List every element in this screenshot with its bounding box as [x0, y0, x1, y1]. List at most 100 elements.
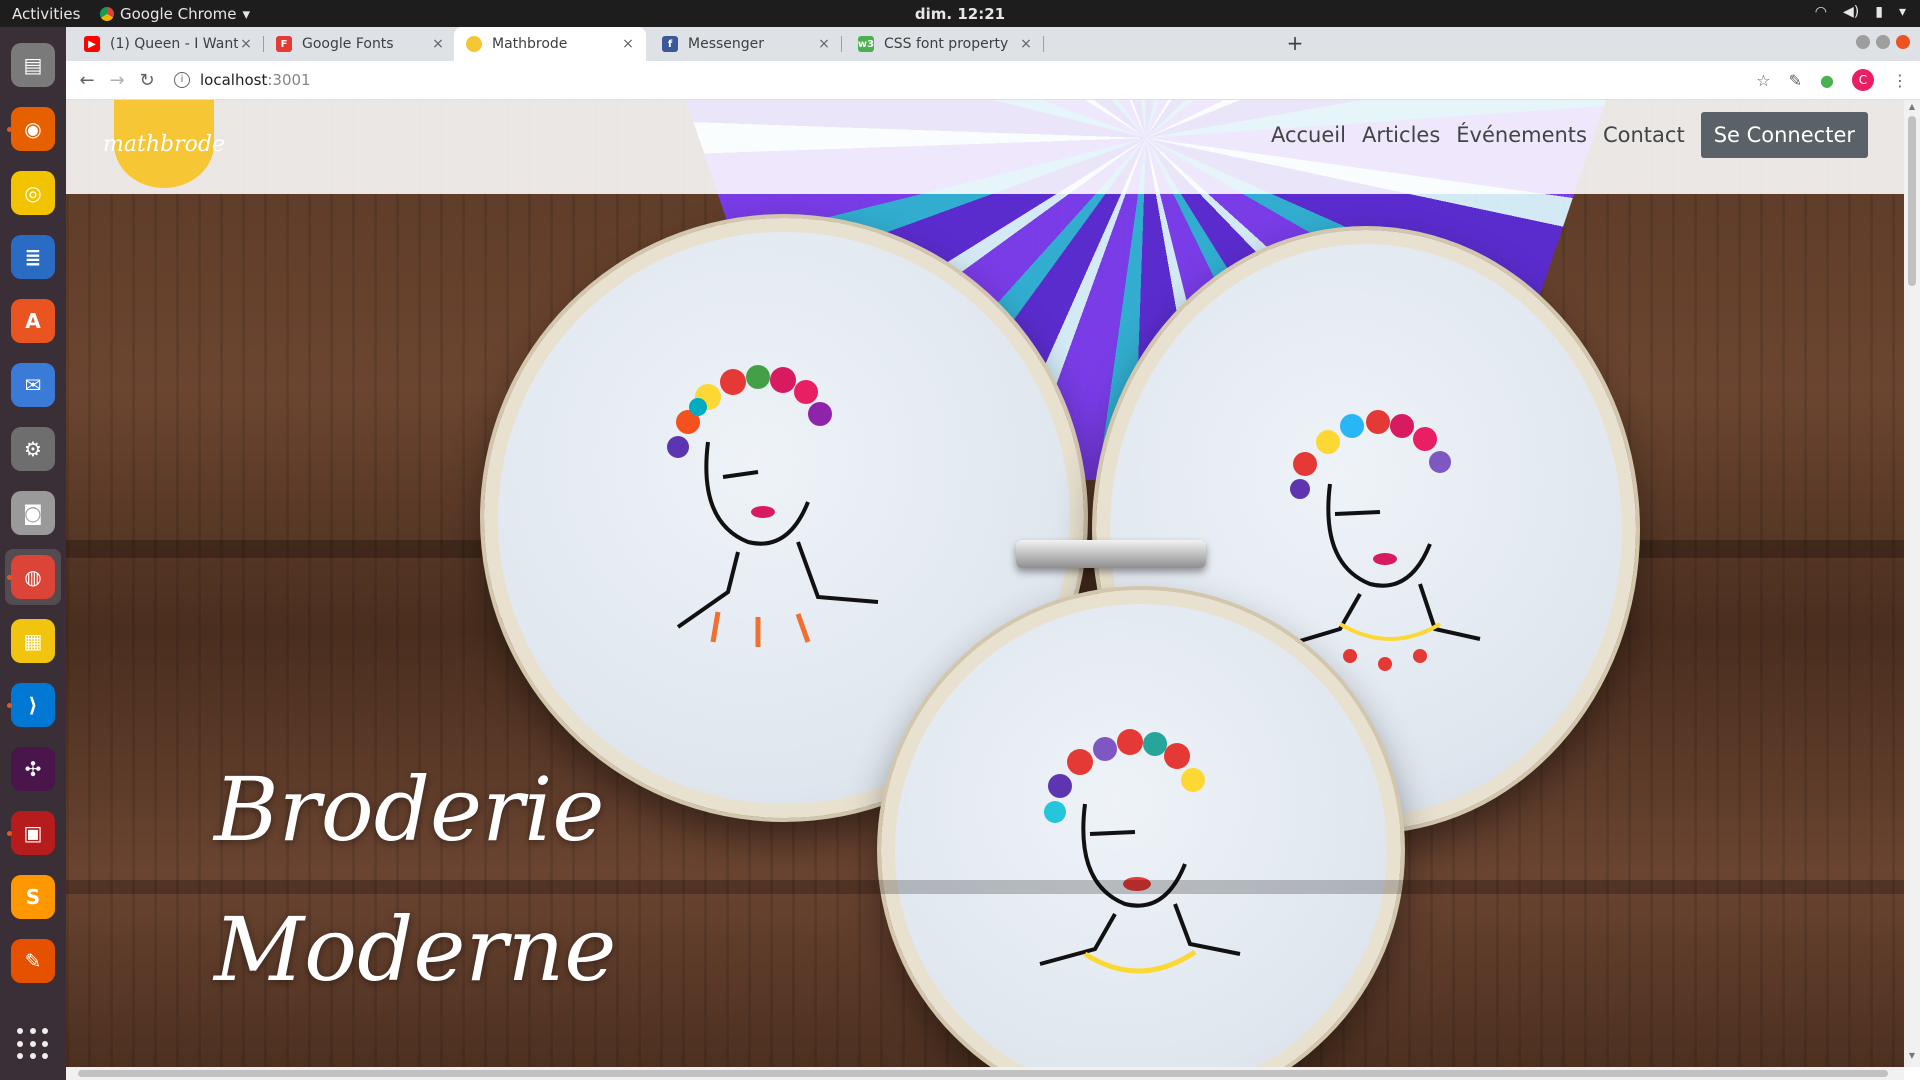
ubuntu-software-icon: A	[11, 299, 55, 343]
nav-link-contact[interactable]: Contact	[1603, 123, 1685, 147]
dock-item-rhythmbox[interactable]: ◎	[5, 165, 61, 221]
close-tab-icon[interactable]: ×	[238, 36, 254, 52]
page-viewport: Broderie Moderne mathbrode Accueil Articl…	[66, 100, 1904, 1067]
new-tab-button[interactable]: +	[1282, 31, 1308, 57]
tab-favicon-icon: f	[662, 36, 678, 52]
tab-strip: + ▶(1) Queen - I Want To B×FGoogle Fonts…	[66, 27, 1920, 61]
bookmark-star-icon[interactable]: ☆	[1756, 71, 1770, 90]
dock-item-sticky-notes[interactable]: ▦	[5, 613, 61, 669]
horizontal-scrollbar[interactable]	[66, 1067, 1904, 1080]
url-host: localhost	[200, 71, 268, 89]
hero-title-line-2: Moderne	[214, 898, 617, 1001]
nav-link-evenements[interactable]: Événements	[1456, 123, 1587, 147]
address-bar[interactable]: i localhost:3001	[174, 66, 1814, 94]
tab-title: CSS font property	[884, 36, 1009, 52]
slack-icon: ✣	[11, 747, 55, 791]
dock-item-thunderbird[interactable]: ✉	[5, 357, 61, 413]
hoop-screw	[1016, 540, 1206, 568]
chrome-icon: ◍	[11, 555, 55, 599]
show-applications-button[interactable]	[11, 1022, 55, 1066]
running-indicator	[7, 575, 12, 580]
close-window-button[interactable]	[1896, 35, 1910, 49]
nav-link-articles[interactable]: Articles	[1362, 123, 1440, 147]
thunderbird-icon: ✉	[11, 363, 55, 407]
dock-item-inkscape[interactable]: ✎	[5, 933, 61, 989]
extension-green-icon[interactable]: ●	[1820, 71, 1834, 90]
firefox-icon: ◉	[11, 107, 55, 151]
browser-tab[interactable]: w3 CSS font property ×	[846, 27, 1044, 61]
window-controls	[1856, 35, 1910, 49]
dock-item-files[interactable]: ▤	[5, 37, 61, 93]
clock[interactable]: dim. 12:21	[0, 5, 1920, 23]
hero-title-line-1: Broderie	[214, 758, 605, 861]
libreoffice-writer-icon: ≣	[11, 235, 55, 279]
vertical-scrollbar[interactable]: ▲ ▼	[1904, 100, 1920, 1067]
close-tab-icon[interactable]: ×	[816, 36, 832, 52]
tab-title: (1) Queen - I Want To B	[110, 36, 238, 52]
wifi-icon: ◠	[1814, 4, 1828, 20]
sublime-text-icon: S	[11, 875, 55, 919]
reload-icon[interactable]: ↻	[134, 68, 160, 94]
browser-tab[interactable]: F Google Fonts ×	[264, 27, 456, 61]
minimize-button[interactable]	[1856, 35, 1870, 49]
kebab-menu-icon[interactable]: ⋮	[1892, 71, 1908, 90]
dock-item-screenshot[interactable]: ◙	[5, 485, 61, 541]
info-icon[interactable]: i	[174, 72, 190, 88]
system-top-bar: Activities Google Chrome ▾ dim. 12:21 ◠ …	[0, 0, 1920, 27]
hero-title: Broderie Moderne	[214, 740, 616, 1020]
scroll-up-icon[interactable]: ▲	[1904, 102, 1920, 116]
vscode-icon: ⟩	[11, 683, 55, 727]
tab-title: Messenger	[688, 36, 765, 52]
dock-item-libreoffice-writer[interactable]: ≣	[5, 229, 61, 285]
dock-item-chrome[interactable]: ◍	[5, 549, 61, 605]
running-indicator	[7, 831, 12, 836]
close-tab-icon[interactable]: ×	[430, 36, 446, 52]
forward-arrow-icon[interactable]: →	[104, 68, 130, 94]
browser-tab[interactable]: Mathbrode ×	[454, 27, 646, 61]
dock-item-settings[interactable]: ⚙	[5, 421, 61, 477]
rhythmbox-icon: ◎	[11, 171, 55, 215]
browser-window: + ▶(1) Queen - I Want To B×FGoogle Fonts…	[66, 27, 1920, 1080]
chevron-down-icon: ▾	[1898, 4, 1906, 20]
dock-item-filezilla[interactable]: ▣	[5, 805, 61, 861]
tab-favicon-icon: ▶	[84, 36, 100, 52]
dock-item-sublime-text[interactable]: S	[5, 869, 61, 925]
close-tab-icon[interactable]: ×	[1018, 36, 1034, 52]
site-logo[interactable]: mathbrode	[103, 100, 225, 188]
tab-favicon-icon: F	[276, 36, 292, 52]
browser-tab[interactable]: ▶ (1) Queen - I Want To B×	[72, 27, 264, 61]
scrollbar-thumb[interactable]	[1908, 116, 1916, 286]
embroidered-face-left	[667, 365, 879, 647]
filezilla-icon: ▣	[11, 811, 55, 855]
browser-toolbar: ← → ↻ i localhost:3001 ☆ ✎ ● C ⋮	[66, 61, 1920, 100]
url-port: :3001	[267, 71, 311, 89]
back-arrow-icon[interactable]: ←	[74, 68, 100, 94]
maximize-button[interactable]	[1876, 35, 1890, 49]
dock-item-slack[interactable]: ✣	[5, 741, 61, 797]
tab-title: Google Fonts	[302, 36, 394, 52]
sticky-notes-icon: ▦	[11, 619, 55, 663]
hero-background-image: Broderie Moderne	[66, 100, 1904, 1067]
tab-favicon-icon	[466, 36, 482, 52]
volume-icon: ◀)	[1843, 4, 1860, 20]
extension-icon[interactable]: ✎	[1789, 71, 1802, 90]
scroll-down-icon[interactable]: ▼	[1904, 1051, 1920, 1065]
running-indicator	[7, 127, 12, 132]
dock-item-vscode[interactable]: ⟩	[5, 677, 61, 733]
files-icon: ▤	[11, 43, 55, 87]
nav-link-accueil[interactable]: Accueil	[1271, 123, 1346, 147]
tab-title: Mathbrode	[492, 36, 568, 52]
h-scrollbar-thumb[interactable]	[78, 1070, 1888, 1077]
settings-icon: ⚙	[11, 427, 55, 471]
tab-favicon-icon: w3	[858, 36, 874, 52]
browser-tab[interactable]: f Messenger ×	[650, 27, 842, 61]
site-header: mathbrode Accueil Articles Événements Conta…	[66, 100, 1904, 194]
login-button[interactable]: Se Connecter	[1700, 112, 1868, 158]
running-indicator	[7, 703, 12, 708]
dock-item-firefox[interactable]: ◉	[5, 101, 61, 157]
system-tray[interactable]: ◠ ◀) ▮ ▾	[1815, 4, 1906, 20]
close-tab-icon[interactable]: ×	[620, 36, 636, 52]
profile-avatar[interactable]: C	[1852, 69, 1874, 91]
embroidered-face-bottom	[1039, 729, 1241, 974]
dock-item-ubuntu-software[interactable]: A	[5, 293, 61, 349]
